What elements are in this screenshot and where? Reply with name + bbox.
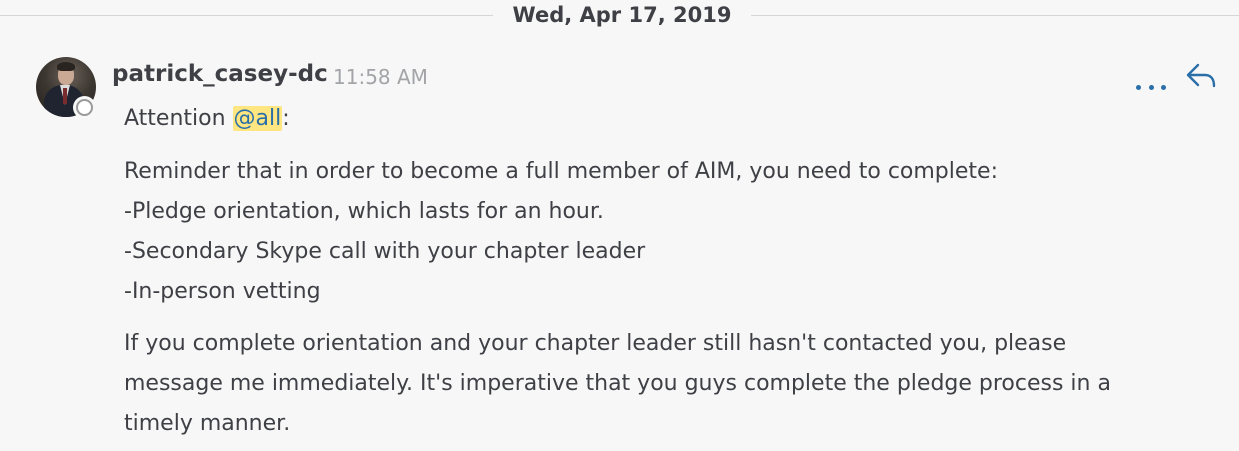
more-dots-icon[interactable] bbox=[1136, 70, 1166, 90]
message-line: If you complete orientation and your cha… bbox=[124, 331, 1067, 356]
greeting-prefix: Attention bbox=[124, 106, 233, 131]
reply-arrow-icon[interactable] bbox=[1185, 62, 1217, 90]
message-line: -Secondary Skype call with your chapter … bbox=[124, 239, 646, 264]
timestamp[interactable]: 11:58 AM bbox=[333, 65, 428, 89]
mention-all[interactable]: @all bbox=[232, 106, 283, 131]
dot bbox=[1161, 85, 1166, 90]
message-line: Reminder that in order to become a full … bbox=[124, 159, 998, 184]
message-line: message me immediately. It's imperative … bbox=[124, 371, 1111, 396]
separator-line-left bbox=[0, 15, 493, 16]
message-greeting: Attention @all: bbox=[124, 106, 290, 131]
separator-line-right bbox=[751, 15, 1239, 16]
message-line: -In-person vetting bbox=[124, 279, 321, 304]
username[interactable]: patrick_casey-dc bbox=[112, 61, 328, 87]
dot bbox=[1148, 85, 1154, 90]
date-separator: Wed, Apr 17, 2019 bbox=[0, 0, 1239, 32]
message-line: timely manner. bbox=[124, 411, 291, 436]
offline-status-icon bbox=[76, 99, 93, 116]
avatar-hair bbox=[57, 62, 75, 71]
message-line: -Pledge orientation, which lasts for an … bbox=[124, 199, 604, 224]
avatar-tie bbox=[63, 88, 67, 104]
date-label: Wed, Apr 17, 2019 bbox=[512, 3, 732, 27]
greeting-suffix: : bbox=[282, 106, 290, 131]
dot bbox=[1136, 85, 1141, 90]
